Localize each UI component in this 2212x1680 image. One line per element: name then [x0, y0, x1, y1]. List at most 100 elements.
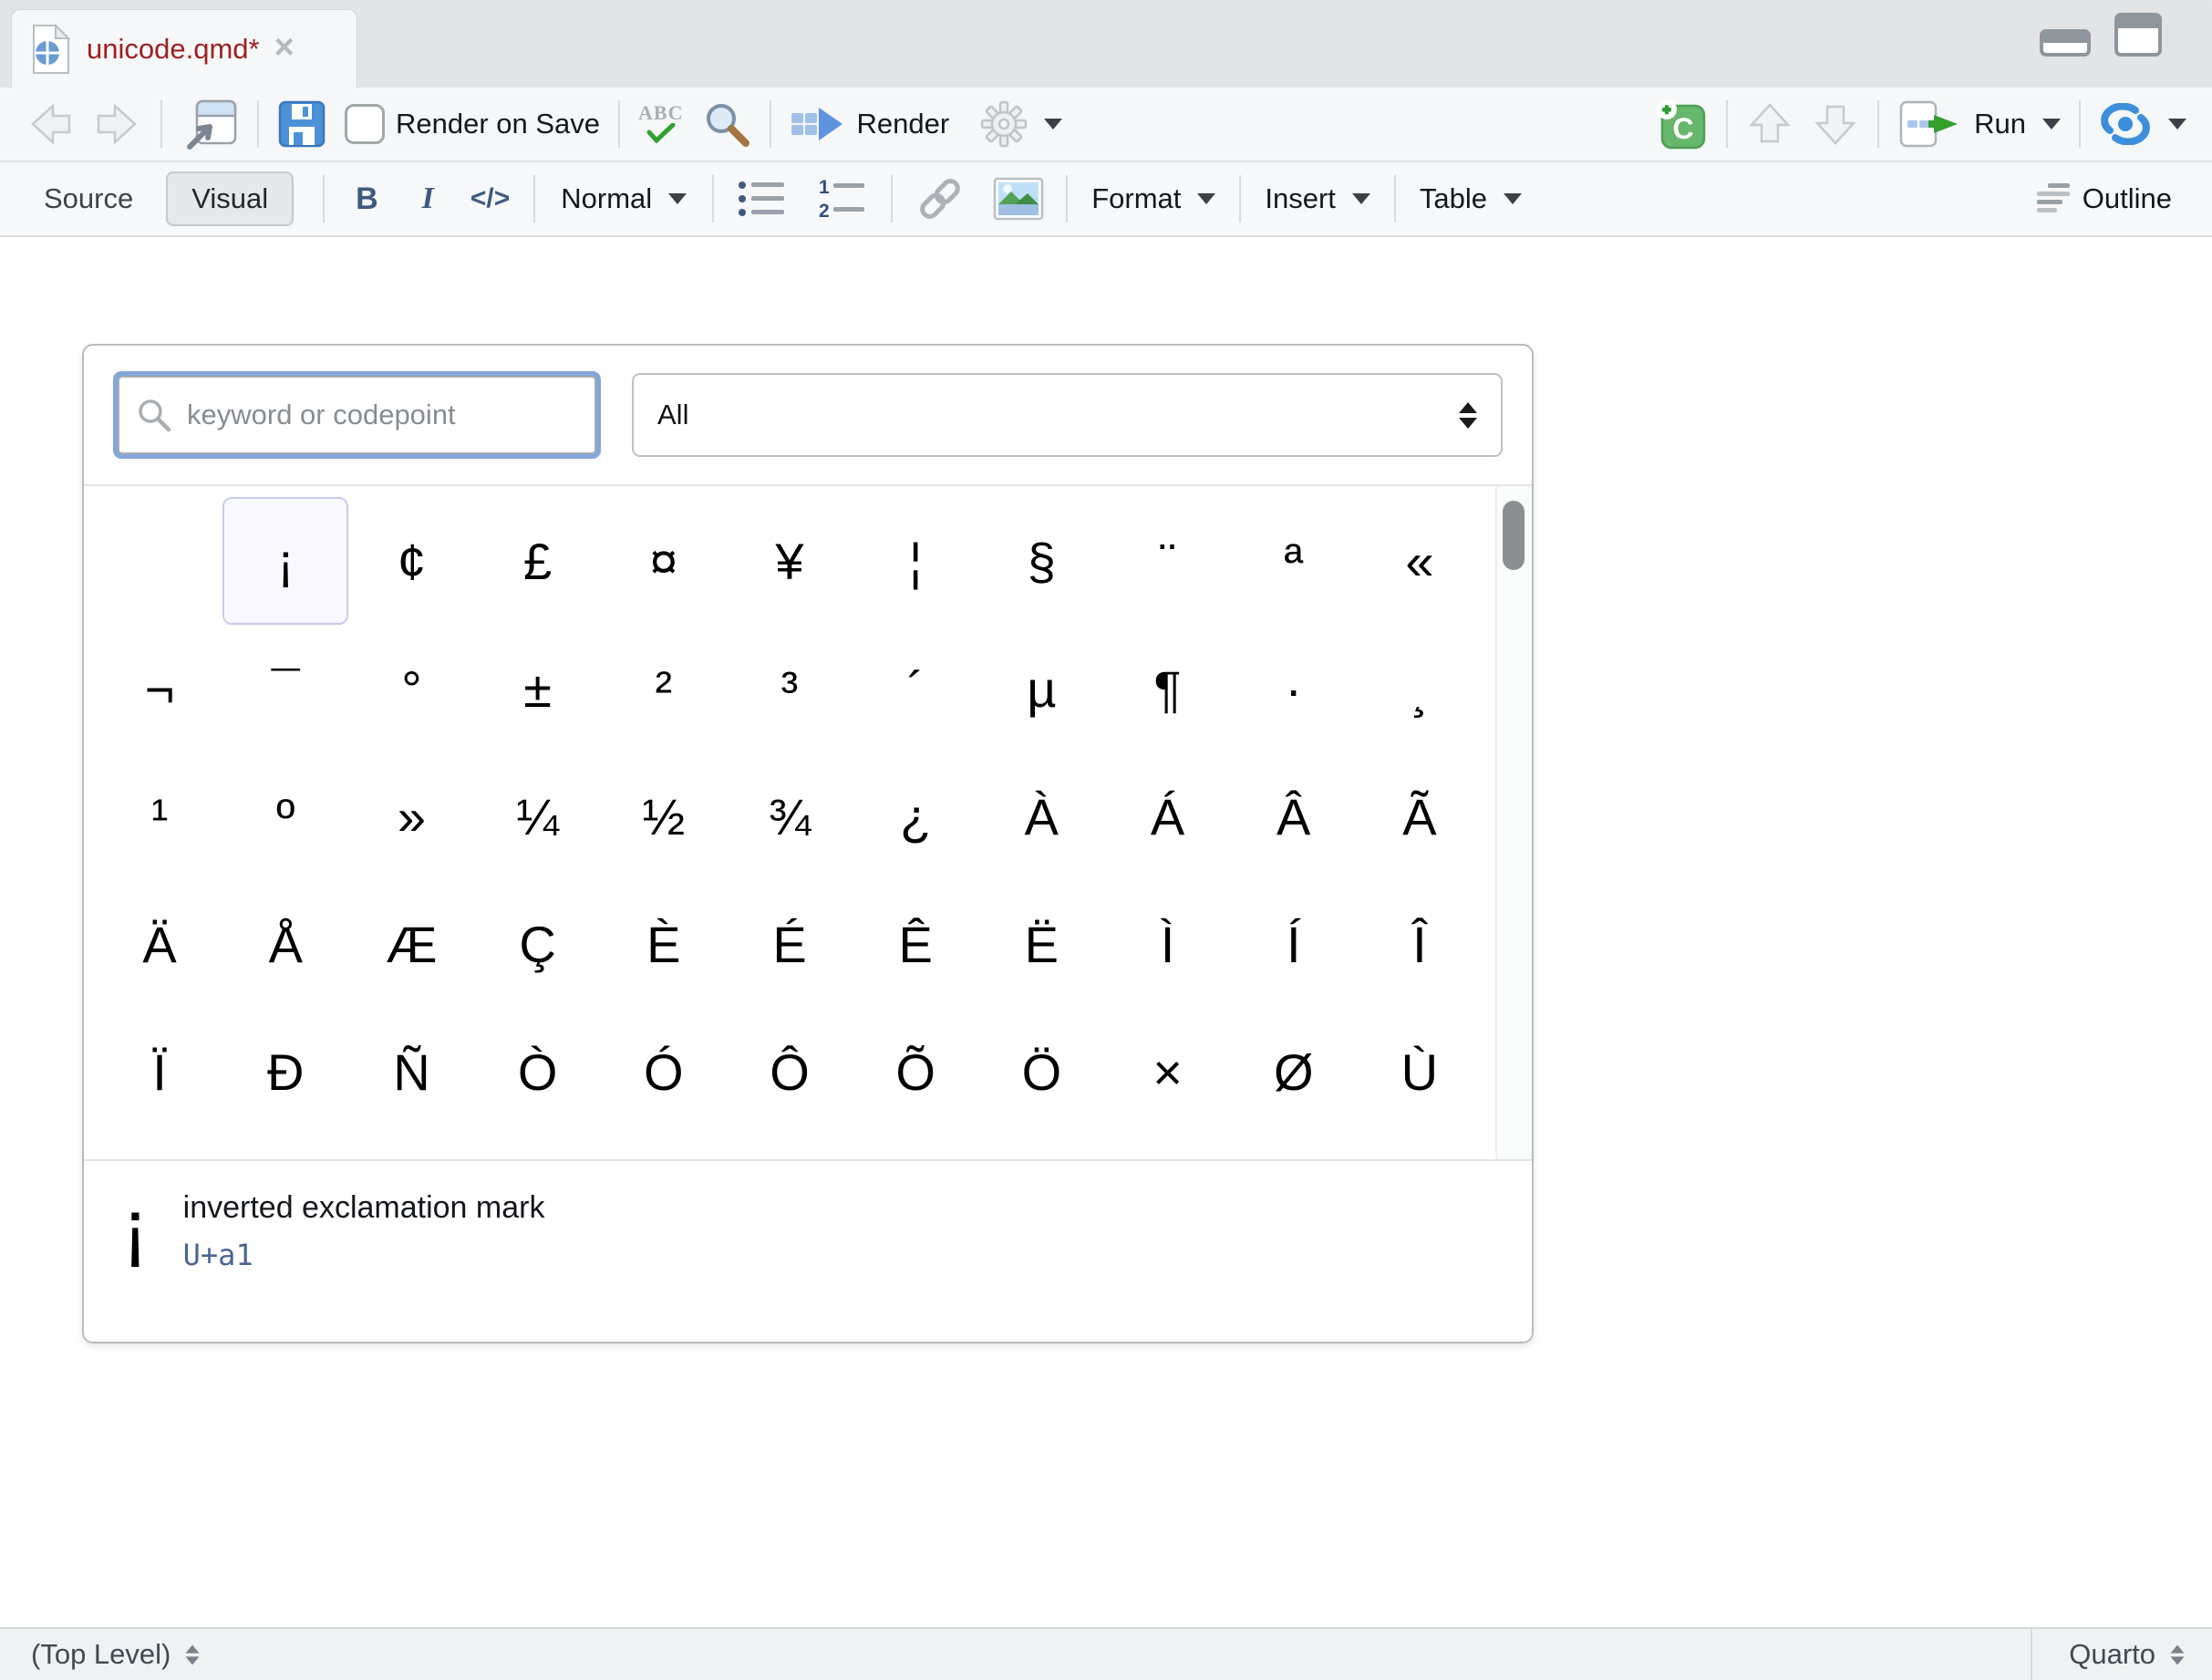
symbol-cell[interactable]: Ì — [1104, 880, 1230, 1008]
symbol-cell[interactable]: § — [978, 497, 1104, 625]
format-menu[interactable]: Format — [1084, 182, 1223, 215]
symbol-cell[interactable]: ¥ — [727, 497, 853, 625]
paragraph-style-dropdown[interactable]: Normal — [552, 182, 696, 215]
symbol-cell[interactable]: ¢ — [348, 497, 474, 625]
symbol-cell[interactable]: ¤ — [601, 497, 727, 625]
symbol-cell[interactable]: À — [978, 752, 1104, 880]
tab-unicode-qmd[interactable]: unicode.qmd* × — [11, 9, 357, 88]
back-icon[interactable] — [26, 100, 75, 148]
bold-button[interactable]: B — [341, 181, 393, 217]
table-menu[interactable]: Table — [1412, 182, 1529, 215]
insert-chunk-icon[interactable]: C — [1655, 99, 1708, 150]
symbol-cell[interactable]: ² — [601, 625, 727, 752]
symbol-cell[interactable]: ¯ — [222, 625, 348, 752]
symbol-cell[interactable]: « — [1357, 497, 1483, 625]
symbol-cell[interactable]: Å — [222, 880, 348, 1008]
prev-chunk-icon[interactable] — [1746, 99, 1793, 149]
save-icon[interactable] — [277, 99, 326, 149]
symbol-search-field[interactable] — [113, 371, 601, 459]
symbol-cell[interactable]: Ó — [601, 1008, 727, 1136]
symbol-cell[interactable]: ¬ — [97, 625, 222, 752]
image-icon[interactable] — [987, 177, 1049, 221]
symbol-cell[interactable]: » — [348, 752, 474, 880]
render-button[interactable]: Render — [790, 102, 950, 146]
minimize-pane-icon[interactable] — [2040, 29, 2091, 57]
symbol-cell[interactable]: Ö — [978, 1008, 1104, 1136]
symbol-cell[interactable]: µ — [978, 625, 1104, 752]
symbol-cell[interactable]: º — [222, 752, 348, 880]
symbol-cell[interactable]: Ø — [1231, 1008, 1357, 1136]
symbol-cell[interactable]: Á — [1104, 752, 1230, 880]
symbol-cell[interactable]: ¶ — [1104, 625, 1230, 752]
editor-canvas[interactable]: All ¡¢£¤¥¦§¨ª« ¬¯°±²³´µ¶·¸ ¹º»¼½¾¿ÀÁÂÃ ÄÅÆÇ… — [0, 237, 2212, 1627]
symbol-cell[interactable]: Ô — [727, 1008, 853, 1136]
symbol-cell[interactable]: Â — [1231, 752, 1357, 880]
symbol-cell[interactable]: Æ — [348, 880, 474, 1008]
symbol-cell[interactable]: ¾ — [727, 752, 853, 880]
italic-button[interactable]: I — [409, 181, 447, 216]
code-button[interactable]: </> — [463, 183, 517, 214]
source-mode-button[interactable]: Source — [27, 182, 150, 215]
symbol-cell[interactable]: Î — [1357, 880, 1483, 1008]
symbol-cell[interactable]: Ð — [222, 1008, 348, 1136]
symbol-cell[interactable]: ¿ — [853, 752, 978, 880]
symbol-cell[interactable]: Ç — [475, 880, 601, 1008]
bullet-list-icon[interactable] — [730, 178, 794, 220]
render-on-save-toggle[interactable]: Render on Save — [345, 104, 600, 144]
symbol-cell[interactable]: È — [601, 880, 727, 1008]
symbol-cell[interactable]: Ã — [1357, 752, 1483, 880]
find-replace-icon[interactable] — [702, 99, 751, 149]
scrollbar-thumb[interactable] — [1503, 501, 1525, 570]
format-menu-caret-icon — [1197, 193, 1215, 204]
insert-menu[interactable]: Insert — [1257, 182, 1378, 215]
language-mode-selector[interactable]: Quarto — [2031, 1629, 2212, 1680]
symbol-cell[interactable]: Ë — [978, 880, 1104, 1008]
symbol-cell[interactable]: Ï — [97, 1008, 222, 1136]
numbered-list-icon[interactable]: 1 2 — [811, 178, 874, 220]
svg-text:2: 2 — [819, 201, 830, 220]
symbol-preview-codepoint: U+a1 — [183, 1238, 545, 1272]
symbol-cell[interactable]: ¦ — [853, 497, 978, 625]
symbol-cell[interactable]: ª — [1231, 497, 1357, 625]
next-chunk-icon[interactable] — [1812, 99, 1859, 149]
run-button[interactable]: Run — [1897, 99, 2061, 150]
link-icon[interactable] — [909, 176, 971, 222]
symbol-search-input[interactable] — [185, 398, 580, 432]
symbol-cell[interactable]: ³ — [727, 625, 853, 752]
spellcheck-icon[interactable]: ABC — [638, 101, 683, 143]
symbol-cell[interactable]: ° — [348, 625, 474, 752]
rerun-button[interactable] — [2099, 103, 2186, 145]
symbol-cell[interactable]: ½ — [601, 752, 727, 880]
symbol-cell[interactable]: Ù — [1357, 1008, 1483, 1136]
visual-mode-button[interactable]: Visual — [166, 171, 294, 226]
symbol-cell[interactable]: ¼ — [475, 752, 601, 880]
symbol-cell[interactable]: É — [727, 880, 853, 1008]
symbol-cell[interactable] — [97, 497, 222, 625]
render-on-save-checkbox[interactable] — [345, 104, 385, 144]
symbol-cell[interactable]: · — [1231, 625, 1357, 752]
symbol-cell[interactable]: ± — [475, 625, 601, 752]
symbol-cell[interactable]: Õ — [853, 1008, 978, 1136]
symbol-cell[interactable]: ¹ — [97, 752, 222, 880]
tab-close-icon[interactable]: × — [274, 30, 295, 65]
symbol-cell[interactable]: ¡ — [222, 497, 348, 625]
render-label: Render — [857, 108, 950, 140]
symbol-grid-scrollbar[interactable] — [1495, 486, 1532, 1159]
symbol-cell[interactable]: Í — [1231, 880, 1357, 1008]
symbol-cell[interactable]: ´ — [853, 625, 978, 752]
forward-icon[interactable] — [93, 100, 142, 148]
scope-selector[interactable]: (Top Level) — [0, 1638, 2031, 1671]
symbol-cell[interactable]: Ä — [97, 880, 222, 1008]
symbol-cell[interactable]: × — [1104, 1008, 1230, 1136]
symbol-cell[interactable]: ¸ — [1357, 625, 1483, 752]
symbol-category-select[interactable]: All — [632, 373, 1503, 457]
open-in-new-window-icon[interactable] — [181, 98, 239, 150]
symbol-cell[interactable]: ¨ — [1104, 497, 1230, 625]
symbol-cell[interactable]: £ — [475, 497, 601, 625]
symbol-cell[interactable]: Ñ — [348, 1008, 474, 1136]
symbol-cell[interactable]: Ê — [853, 880, 978, 1008]
render-options-button[interactable] — [980, 100, 1062, 148]
maximize-pane-icon[interactable] — [2114, 13, 2162, 57]
symbol-cell[interactable]: Ò — [475, 1008, 601, 1136]
outline-toggle[interactable]: Outline — [2035, 181, 2172, 216]
